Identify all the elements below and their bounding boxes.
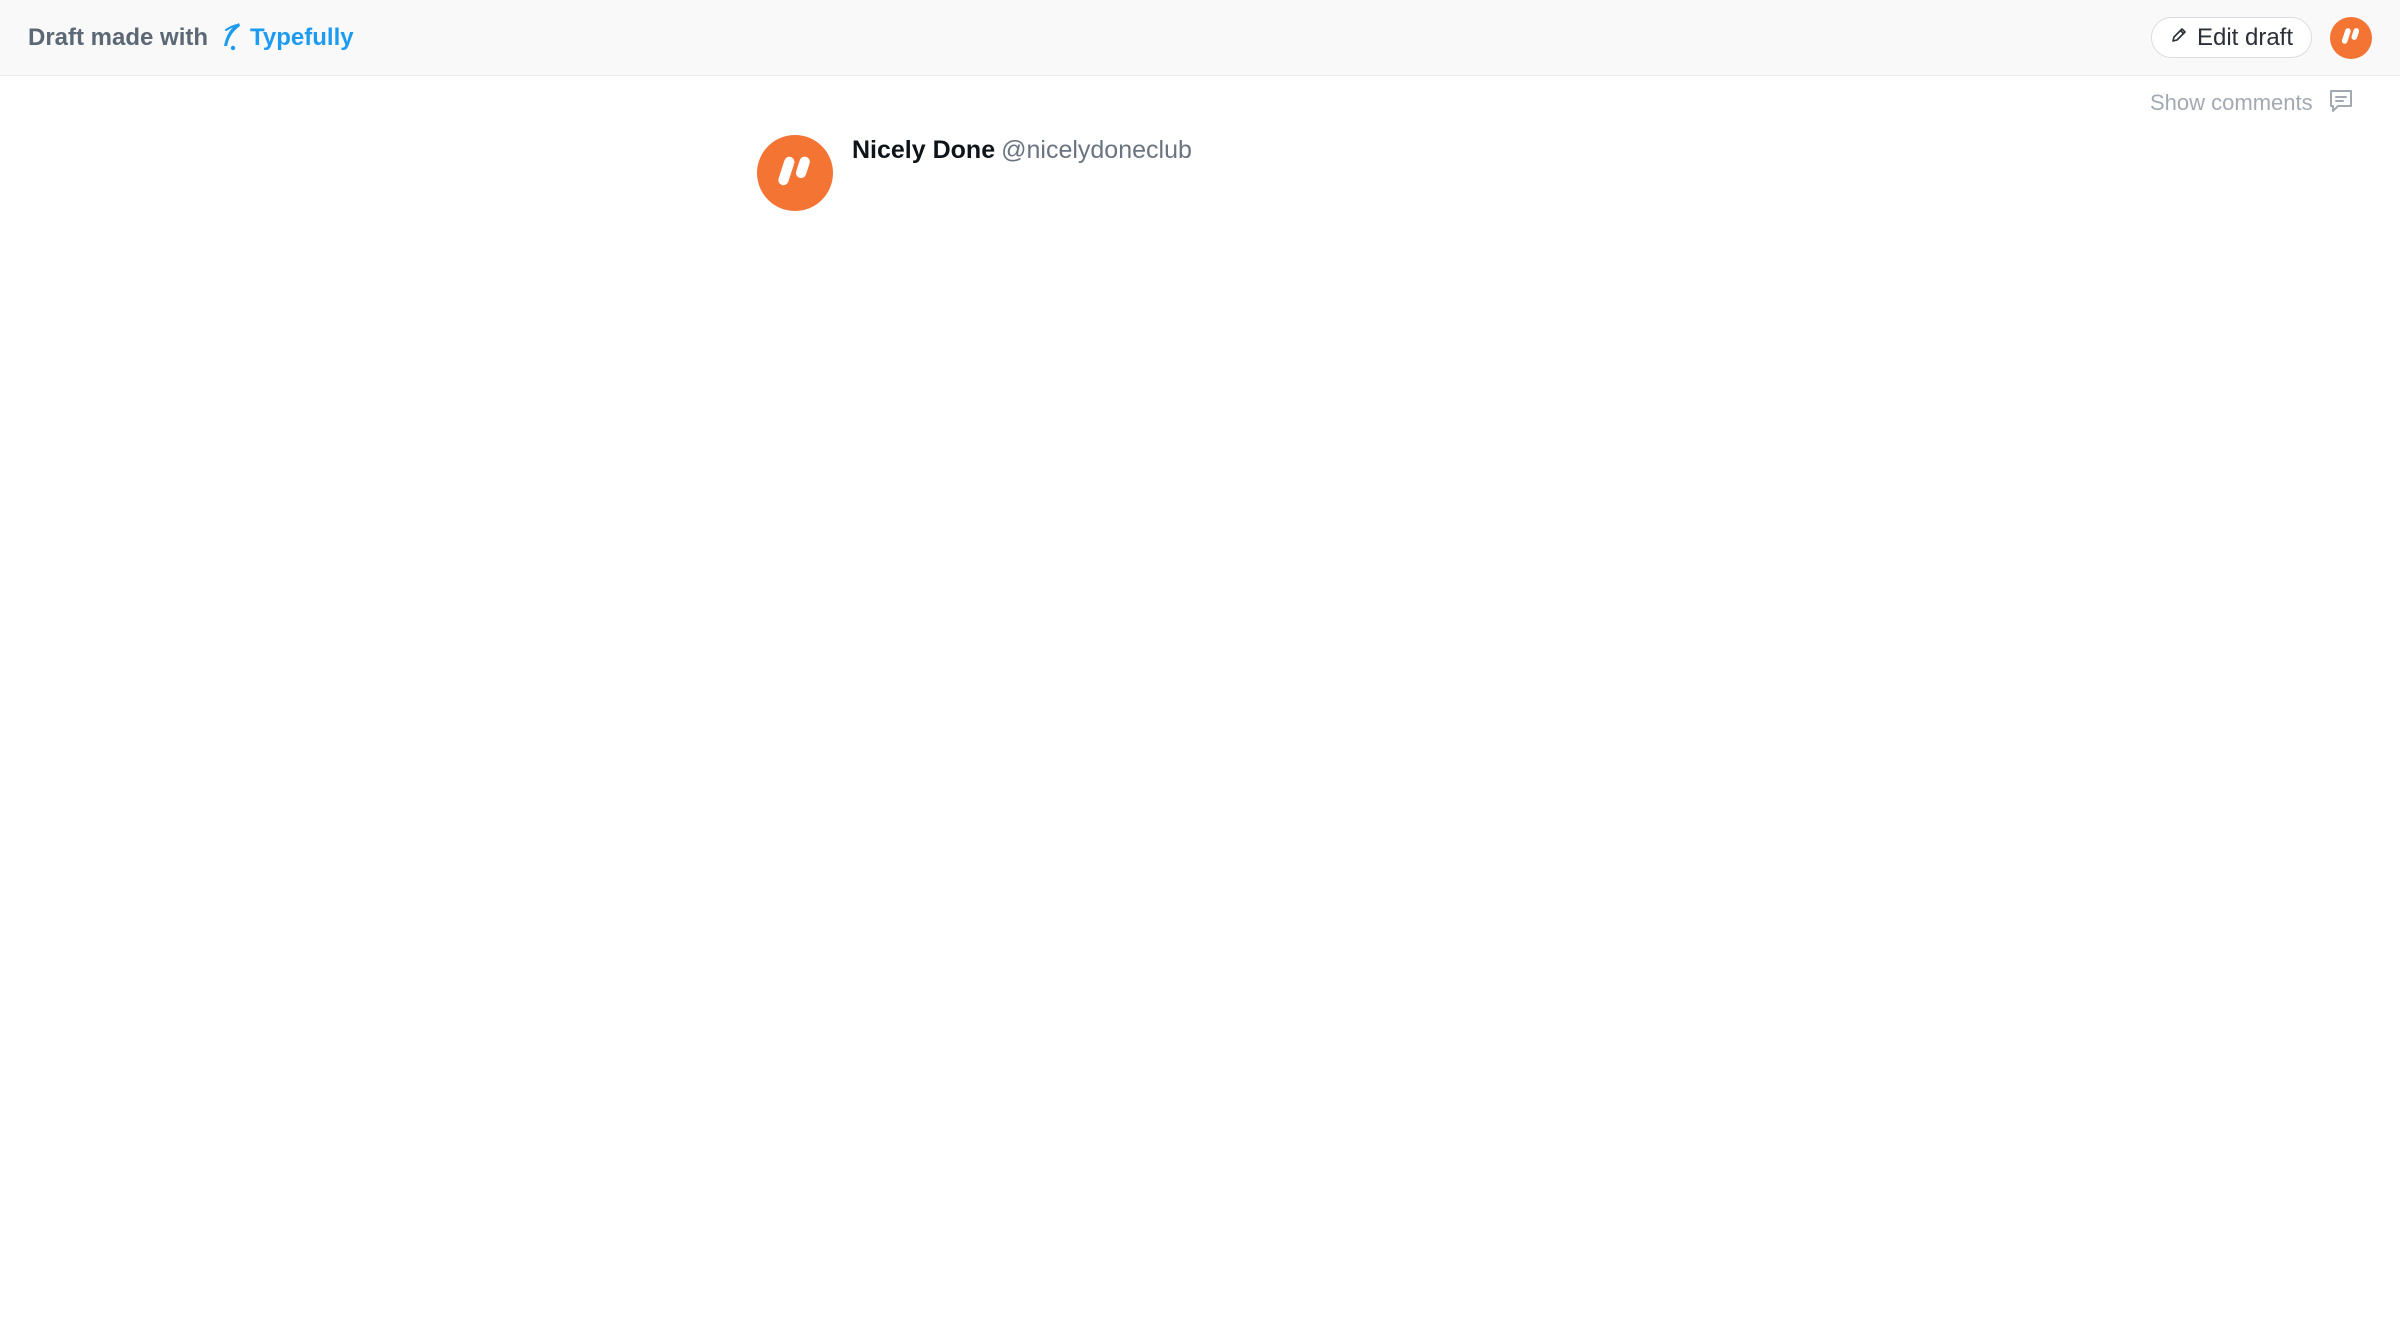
edit-draft-button[interactable]: Edit draft xyxy=(2151,17,2312,58)
feather-icon xyxy=(220,21,242,56)
top-bar: Draft made with Typefully Edit draft xyxy=(0,0,2400,76)
nicely-done-logo-icon xyxy=(773,149,817,198)
show-comments-label: Show comments xyxy=(2150,90,2313,115)
edit-draft-label: Edit draft xyxy=(2196,23,2294,51)
tweet-author-header: Nicely Done @nicelydoneclub xyxy=(852,134,1192,166)
draft-made-with-label: Draft made with xyxy=(28,24,209,51)
show-comments-toggle[interactable]: Show comments xyxy=(2150,86,2355,120)
typefully-name: Typefully xyxy=(250,24,354,51)
author-handle: @nicelydoneclub xyxy=(1001,135,1192,164)
user-avatar[interactable] xyxy=(2330,17,2372,59)
pencil-icon xyxy=(2170,26,2188,49)
typefully-brand-link[interactable]: Draft made with Typefully xyxy=(28,0,354,76)
author-name: Nicely Done xyxy=(852,135,996,164)
typefully-logo: Typefully xyxy=(220,21,354,56)
nicely-done-logo-icon xyxy=(2339,24,2363,53)
comment-icon xyxy=(2327,87,2355,120)
author-avatar xyxy=(757,135,833,211)
